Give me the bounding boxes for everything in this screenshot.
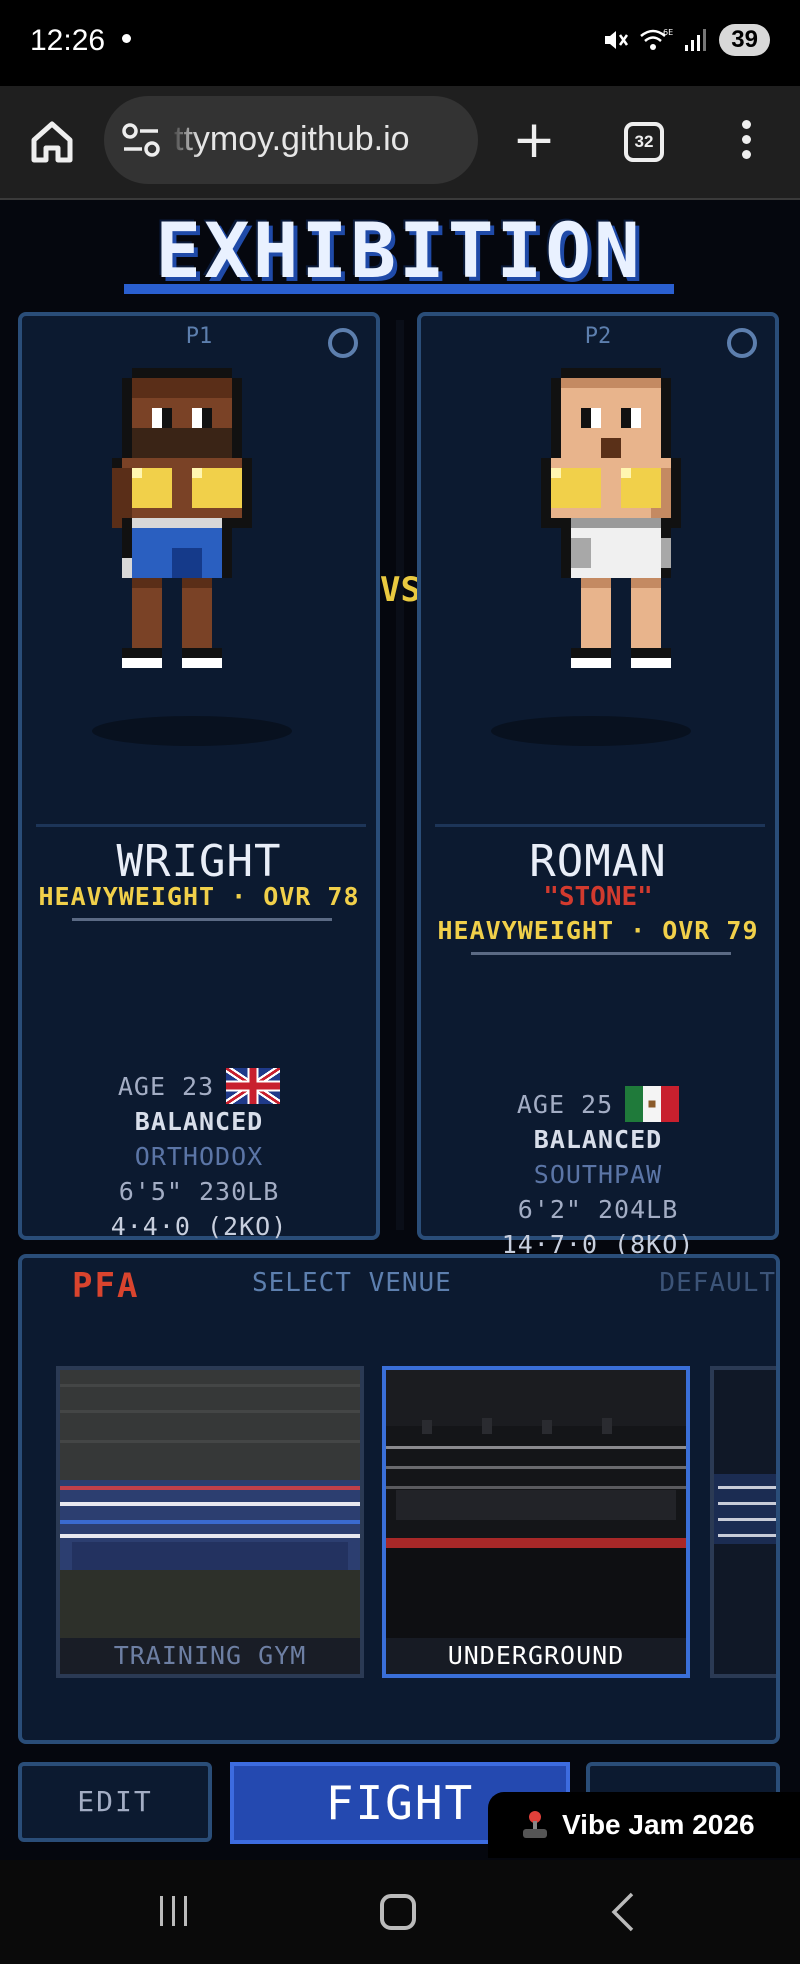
system-nav-bar [0,1860,800,1964]
ready-radio-icon[interactable] [727,328,757,358]
center-divider [396,320,404,1230]
fighter-name: ROMAN [529,836,667,887]
player-tag: P1 [185,324,213,349]
player-tag: P2 [584,324,612,349]
venue-name: TRAINING GYM [60,1638,360,1674]
weight-class-overall: HEAVYWEIGHT · OVR 79 [437,916,759,945]
home-nav-icon[interactable] [380,1894,416,1930]
uk-flag-icon [226,1068,281,1104]
venue-option-underground[interactable]: UNDERGROUND [382,1366,690,1678]
venue-selector: PFA SELECT VENUE DEFAULT TRAINING GYM UN… [18,1254,780,1744]
venue-name: UNDERGROUND [386,1638,686,1674]
home-icon[interactable] [26,116,78,168]
fighter-shadow [491,716,691,746]
age-value: AGE 23 [117,1071,215,1101]
svg-text:6E: 6E [663,28,673,37]
status-icons: 6E 39 [601,24,770,56]
game-canvas: EXHIBITION P1 WRIGHT HEAVYWEIGHT · OVR 7… [0,200,800,1860]
notification-dot-icon [122,34,131,43]
url-fade [170,116,200,166]
fighting-style: BALANCED [134,1107,264,1136]
stance: ORTHODOX [134,1142,264,1171]
joystick-icon [523,1811,547,1838]
tab-switcher-button[interactable]: 32 [624,122,664,162]
venue-default-button[interactable]: DEFAULT [659,1268,776,1298]
fighter-stats: AGE 23 BALANCED ORTHODOX 6'5" 230LB 4·4·… [22,1068,376,1244]
class-underline [72,918,332,921]
underground-thumbnail [386,1370,686,1674]
age-row: AGE 23 [22,1068,376,1104]
fighter-name: WRIGHT [116,836,282,887]
back-icon[interactable] [608,1892,638,1932]
mexico-flag-icon [625,1086,680,1122]
vibe-jam-badge[interactable]: Vibe Jam 2026 [488,1792,800,1858]
site-settings-icon[interactable] [122,122,160,158]
fighter-sprite-wright [112,368,252,668]
card-divider [36,824,366,827]
ready-radio-icon[interactable] [328,328,358,358]
signal-icon [685,29,707,51]
stance: SOUTHPAW [533,1160,663,1189]
edit-button[interactable]: EDIT [18,1762,212,1842]
height-weight: 6'5" 230LB [118,1177,280,1206]
fighter-stats: AGE 25 BALANCED SOUTHPAW 6'2" 204LB 14·7… [421,1086,775,1262]
battery-icon: 39 [719,24,770,56]
training-gym-thumbnail [60,1370,360,1674]
class-underline [471,952,731,955]
fighter-card-p1[interactable]: P1 WRIGHT HEAVYWEIGHT · OVR 78 AGE 23 BA… [18,312,380,1241]
browser-toolbar: ttymoy.github.io + 32 [0,86,800,200]
height-weight: 6'2" 204LB [517,1195,679,1224]
next-venue-thumbnail [714,1370,776,1674]
pfa-logo: PFA [72,1266,140,1306]
status-bar: 12:26 6E 39 [0,0,800,86]
wifi-6e-icon: 6E [640,28,673,50]
fighter-shadow [92,716,292,746]
fighting-style: BALANCED [533,1125,663,1154]
overflow-menu-icon[interactable] [736,120,756,168]
fight-record: 4·4·0 (2KO) [110,1212,288,1241]
vibe-jam-label: Vibe Jam 2026 [562,1809,755,1840]
address-bar[interactable]: ttymoy.github.io [104,96,478,184]
venue-option-next-peek[interactable] [710,1366,776,1678]
recent-apps-icon[interactable] [156,1894,192,1928]
status-time: 12:26 [30,24,106,57]
venue-label: SELECT VENUE [252,1268,452,1298]
url-text[interactable]: ttymoy.github.io [174,120,410,159]
title-underline [124,284,674,294]
age-value: AGE 25 [516,1089,614,1119]
new-tab-button[interactable]: + [512,114,556,168]
card-divider [435,824,765,827]
vs-label: VS [380,570,421,610]
weight-class-overall: HEAVYWEIGHT · OVR 78 [38,882,360,911]
fighter-nickname: "STONE" [543,882,653,912]
fighter-sprite-roman [541,368,681,668]
fighter-card-p2[interactable]: P2 ROMAN "STONE" HEAVYWEIGHT · OVR 79 AG… [417,312,779,1259]
age-row: AGE 25 [421,1086,775,1122]
mute-icon [605,31,629,49]
venue-option-training-gym[interactable]: TRAINING GYM [56,1366,364,1678]
page-title: EXHIBITION [155,206,643,295]
